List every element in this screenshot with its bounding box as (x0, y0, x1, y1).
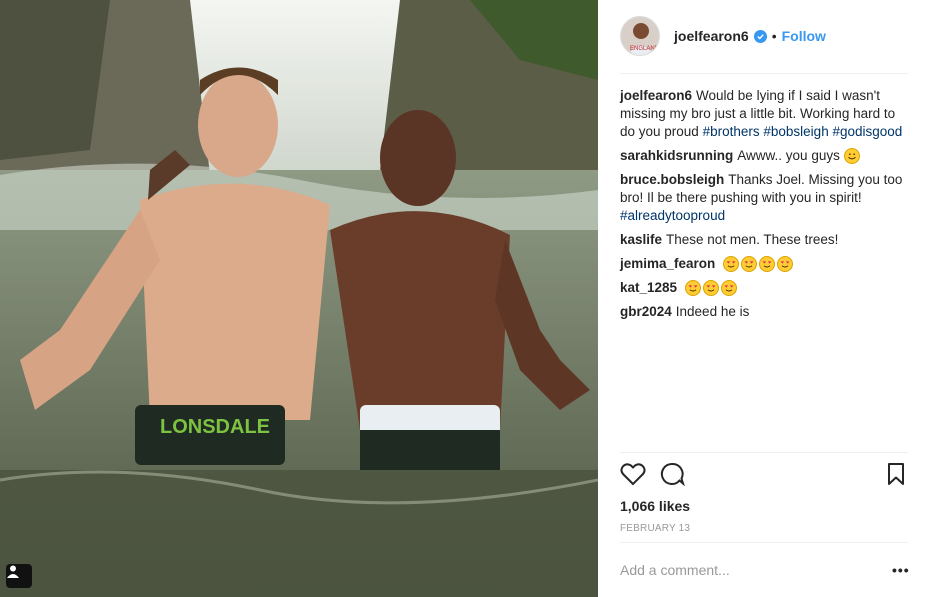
more-options-button[interactable]: ••• (892, 562, 910, 578)
comment-item: bruce.bobsleigh Thanks Joel. Missing you … (620, 171, 910, 225)
post-header: ENGLAND joelfearon6 • Follow (620, 14, 910, 58)
bookmark-icon[interactable] (886, 462, 906, 491)
post-date: FEBRUARY 13 (620, 523, 691, 534)
comment-divider (620, 542, 908, 543)
post-actions (620, 462, 910, 490)
comment-username[interactable]: bruce.bobsleigh (620, 172, 724, 187)
comment-item: kat_1285 (620, 279, 910, 297)
comment-text: Indeed he is (675, 304, 750, 319)
post-username[interactable]: joelfearon6 (674, 28, 749, 44)
hashtag-link[interactable]: #brothers (703, 124, 760, 139)
avatar[interactable]: ENGLAND (620, 16, 660, 56)
comment-item: kaslife These not men. These trees! (620, 231, 910, 249)
hashtag-link[interactable]: #bobsleigh (763, 124, 828, 139)
comment-username[interactable]: sarahkidsrunning (620, 148, 733, 163)
user-tag-icon[interactable] (6, 564, 32, 588)
comment-username[interactable]: kat_1285 (620, 280, 677, 295)
heart-eyes-emoji-icon (702, 280, 719, 296)
comment-bubble-icon[interactable] (660, 462, 686, 491)
heart-eyes-emoji-icon (777, 256, 794, 272)
likes-count[interactable]: 1,066 likes (620, 498, 690, 514)
comment-item: sarahkidsrunning Awww.. you guys (620, 147, 910, 165)
heart-eyes-emoji-icon (741, 256, 758, 272)
header-dot-separator: • (771, 28, 777, 44)
comment-item: gbr2024 Indeed he is (620, 303, 910, 321)
heart-eyes-emoji-icon (720, 280, 737, 296)
heart-eyes-emoji-icon (723, 256, 740, 272)
hashtag-link[interactable]: #godisgood (832, 124, 902, 139)
heart-eyes-emoji-icon (759, 256, 776, 272)
smile-emoji-icon (843, 148, 860, 164)
photo-illustration: LONSDALE (0, 0, 598, 597)
caption-username[interactable]: joelfearon6 (620, 88, 692, 103)
follow-button[interactable]: Follow (782, 28, 826, 44)
post-photo[interactable]: LONSDALE (0, 0, 598, 597)
caption: joelfearon6 Would be lying if I said I wa… (620, 87, 910, 141)
shorts-brand-text: LONSDALE (160, 416, 270, 438)
post-sidebar: ENGLAND joelfearon6 • Follow joelfearon6… (598, 0, 931, 597)
comment-text: These not men. These trees! (666, 232, 839, 247)
comment-text: Awww.. you guys (737, 148, 840, 163)
verified-badge-icon (753, 29, 767, 43)
comment-item: jemima_fearon (620, 255, 910, 273)
actions-divider (620, 452, 908, 453)
heart-icon[interactable] (620, 462, 646, 491)
comments-list: joelfearon6 Would be lying if I said I wa… (620, 87, 910, 327)
comment-username[interactable]: jemima_fearon (620, 256, 715, 271)
heart-eyes-emoji-icon (684, 280, 701, 296)
comment-username[interactable]: kaslife (620, 232, 662, 247)
header-divider (620, 73, 908, 74)
avatar-jersey-text: ENGLAND (630, 46, 660, 52)
hashtag-link[interactable]: #alreadytooproud (620, 208, 725, 223)
add-comment-input[interactable]: Add a comment... (620, 562, 850, 578)
comment-username[interactable]: gbr2024 (620, 304, 672, 319)
